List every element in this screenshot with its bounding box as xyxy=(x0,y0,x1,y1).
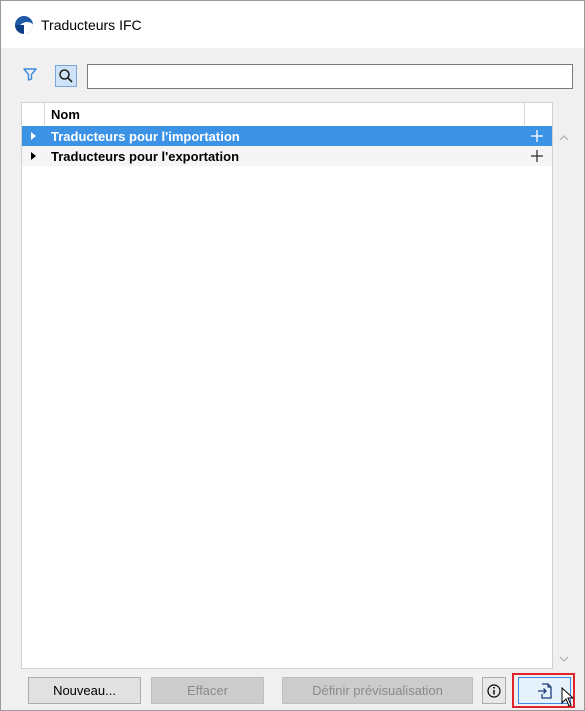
scroll-down-icon[interactable] xyxy=(558,650,570,662)
search-input[interactable] xyxy=(87,64,573,89)
scroll-up-icon[interactable] xyxy=(558,129,570,141)
column-separator xyxy=(44,103,45,125)
title-bar: Traducteurs IFC xyxy=(1,1,584,48)
list-header: Nom xyxy=(22,103,552,125)
toolbar xyxy=(1,48,584,95)
translators-list: Nom Traducteurs pour l'importation Tradu… xyxy=(21,102,553,669)
expand-arrow-icon[interactable] xyxy=(31,132,36,140)
mouse-pointer-icon xyxy=(561,686,575,709)
info-icon xyxy=(487,683,501,698)
add-icon[interactable] xyxy=(529,128,545,144)
info-button[interactable] xyxy=(482,677,506,704)
new-button[interactable]: Nouveau... xyxy=(28,677,141,704)
filter-icon[interactable] xyxy=(21,65,39,83)
vertical-scrollbar[interactable] xyxy=(553,102,575,669)
import-icon xyxy=(537,682,552,699)
column-separator xyxy=(524,103,525,125)
set-preview-button[interactable]: Définir prévisualisation xyxy=(282,677,473,704)
list-item-import-translators[interactable]: Traducteurs pour l'importation xyxy=(22,126,552,146)
delete-button[interactable]: Effacer xyxy=(151,677,264,704)
bottom-button-bar: Nouveau... Effacer Définir prévisualisat… xyxy=(1,671,584,710)
column-header-name[interactable]: Nom xyxy=(51,107,80,122)
expand-arrow-icon[interactable] xyxy=(31,152,36,160)
list-item-label: Traducteurs pour l'exportation xyxy=(51,149,240,164)
search-icon[interactable] xyxy=(55,65,77,87)
ifc-translators-window: Traducteurs IFC Nom Traducteurs pour l'i… xyxy=(0,0,585,711)
list-item-label: Traducteurs pour l'importation xyxy=(51,129,240,144)
window-title: Traducteurs IFC xyxy=(41,16,142,33)
add-icon[interactable] xyxy=(529,148,545,164)
list-item-export-translators[interactable]: Traducteurs pour l'exportation xyxy=(22,146,552,166)
archicad-logo-icon xyxy=(15,15,33,34)
